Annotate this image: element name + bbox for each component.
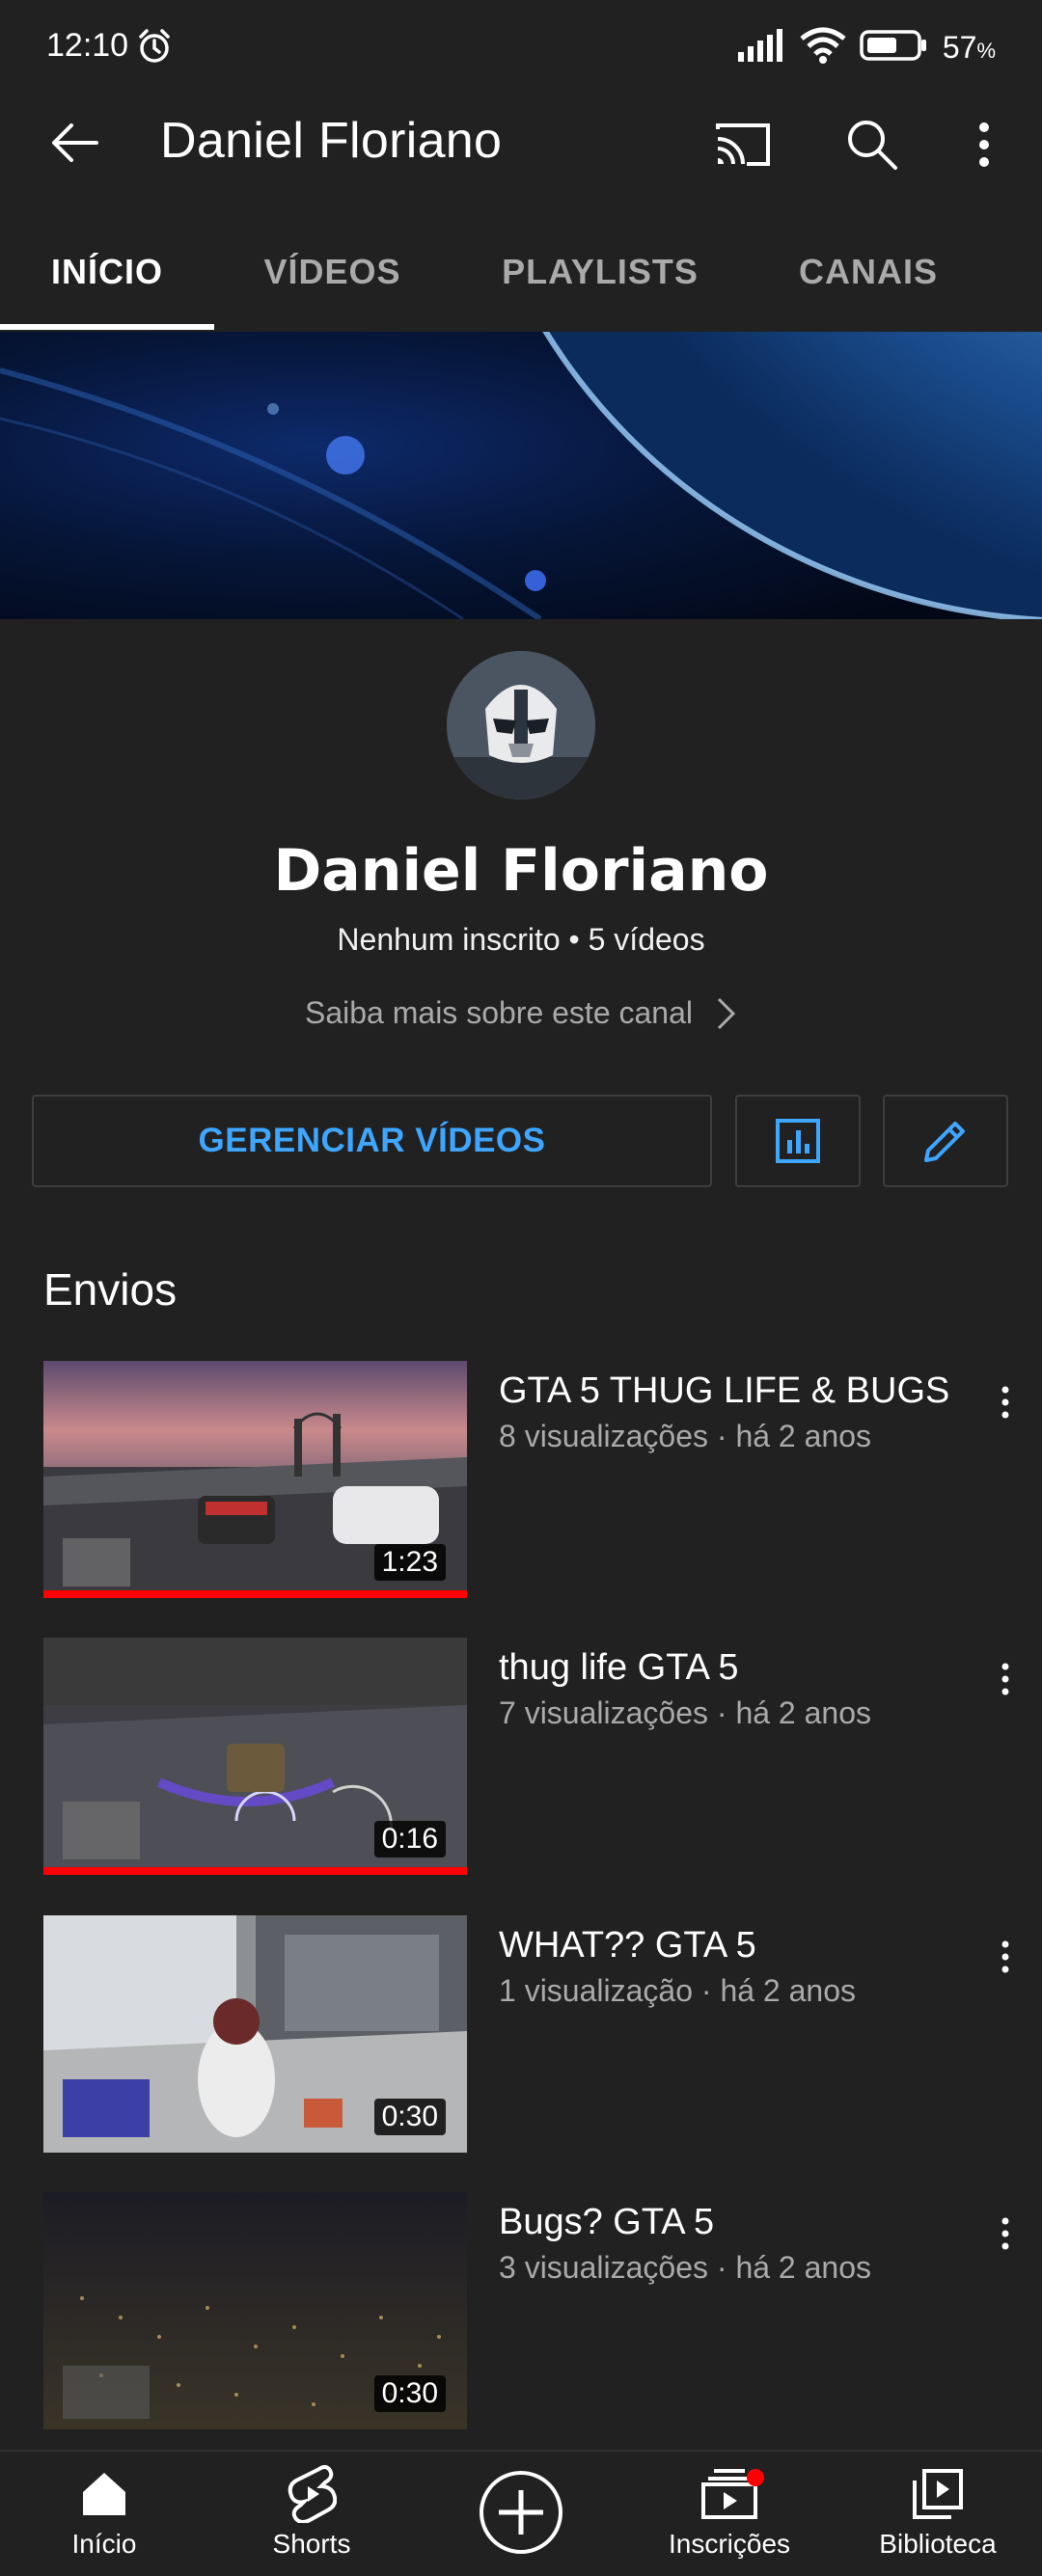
more-vertical-icon [1001,1940,1009,1973]
nav-shorts-label: Shorts [272,2529,351,2559]
video-meta: 7 visualizações · há 2 anos [499,1695,871,1730]
channel-tabs: INÍCIO VÍDEOS PLAYLISTS CANAIS [0,212,1042,332]
nav-subscriptions-label: Inscrições [668,2529,791,2559]
channel-banner [0,332,1042,619]
more-vertical-icon [979,122,989,167]
channel-avatar[interactable] [447,651,595,800]
video-item[interactable]: 0:16 thug life GTA 5 7 visualizações · h… [0,1638,1042,1875]
nav-home[interactable]: Início [8,2452,201,2576]
analytics-icon [776,1119,820,1163]
video-more-button[interactable] [988,1655,1023,1703]
video-title[interactable]: GTA 5 THUG LIFE & BUGS [499,1370,949,1412]
about-channel-label: Saiba mais sobre este canal [305,995,693,1030]
edit-channel-button[interactable] [883,1095,1008,1187]
more-vertical-icon [1001,1663,1009,1695]
cast-icon [716,123,770,166]
video-more-button[interactable] [988,1933,1023,1981]
about-channel-link[interactable]: Saiba mais sobre este canal [0,995,1042,1031]
nav-subscriptions[interactable]: Inscrições [633,2452,826,2576]
nav-shorts[interactable]: Shorts [215,2452,408,2576]
cast-button[interactable] [704,108,782,181]
create-plus-icon [480,2471,562,2554]
search-button[interactable] [834,106,911,183]
analytics-button[interactable] [735,1095,861,1187]
watched-progress-bar [43,1590,467,1598]
video-meta: 8 visualizações · há 2 anos [499,1419,871,1453]
status-indicators: 57% [736,27,996,68]
back-button[interactable] [39,106,112,179]
home-icon [83,2473,125,2515]
search-icon [848,121,897,170]
nav-library[interactable]: Biblioteca [841,2452,1034,2576]
signal-icon [736,29,786,67]
video-duration: 0:30 [373,2375,446,2412]
video-duration: 0:16 [373,1821,446,1857]
active-tab-indicator [0,324,214,330]
more-vertical-icon [1001,2217,1009,2250]
alarm-icon [135,27,174,70]
video-thumbnail[interactable]: 0:16 [43,1638,467,1875]
nav-create[interactable] [425,2452,617,2576]
video-more-button[interactable] [988,1378,1023,1426]
channel-stats: Nenhum inscrito • 5 vídeos [337,922,705,957]
video-meta: 1 visualização · há 2 anos [499,1973,856,2008]
video-duration: 1:23 [373,1544,446,1581]
battery-percent: 57% [942,30,996,65]
nav-home-label: Início [71,2529,137,2559]
more-vertical-icon [1001,1386,1009,1419]
tab-inicio[interactable]: INÍCIO [0,212,214,332]
status-time: 12:10 [46,27,129,64]
library-icon [913,2469,963,2519]
battery-icon [860,29,929,67]
watched-progress-bar [43,1867,467,1875]
nav-library-label: Biblioteca [879,2529,997,2559]
manage-videos-label: GERENCIAR VÍDEOS [198,1122,546,1159]
tab-videos[interactable]: VÍDEOS [224,212,441,332]
video-thumbnail[interactable]: 1:23 [43,1361,467,1598]
video-item[interactable]: 0:30 Bugs? GTA 5 3 visualizações · há 2 … [0,2192,1042,2429]
video-thumbnail[interactable]: 0:30 [43,1915,467,2153]
video-title[interactable]: WHAT?? GTA 5 [499,1925,756,1966]
video-thumbnail[interactable]: 0:30 [43,2192,467,2429]
chevron-right-icon [717,997,736,1029]
notification-dot [747,2469,764,2486]
video-item[interactable]: 0:30 WHAT?? GTA 5 1 visualização · há 2 … [0,1915,1042,2153]
more-options-button[interactable] [955,106,1013,183]
bottom-navigation: Início Shorts Inscrições Biblioteca [0,2450,1042,2576]
wifi-icon [800,27,846,68]
manage-videos-button[interactable]: GERENCIAR VÍDEOS [32,1095,712,1187]
pencil-icon [924,1122,965,1162]
tab-canais[interactable]: CANAIS [762,212,974,332]
video-title[interactable]: Bugs? GTA 5 [499,2202,714,2243]
shorts-icon [288,2465,337,2523]
video-meta: 3 visualizações · há 2 anos [499,2250,871,2285]
video-duration: 0:30 [373,2099,446,2135]
tab-playlists[interactable]: PLAYLISTS [470,212,730,332]
uploads-section-title: Envios [43,1264,178,1315]
video-more-button[interactable] [988,2210,1023,2258]
channel-name: Daniel Floriano [273,837,769,905]
arrow-left-icon [52,123,98,162]
video-title[interactable]: thug life GTA 5 [499,1647,739,1689]
video-item[interactable]: 1:23 GTA 5 THUG LIFE & BUGS 8 visualizaç… [0,1361,1042,1598]
page-title: Daniel Floriano [160,113,503,169]
